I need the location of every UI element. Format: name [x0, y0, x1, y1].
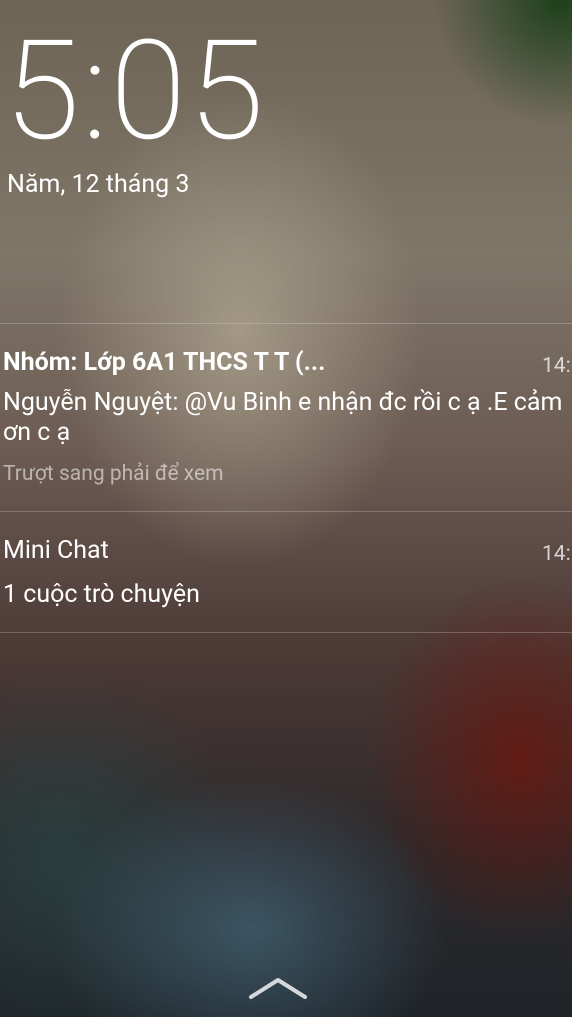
notification-time: 14: [542, 354, 571, 378]
notification-time: 14: [542, 542, 571, 566]
notification-mini-chat[interactable]: Mini Chat 14: 1 cuộc trò chuyện [0, 511, 572, 633]
notification-title: Mini Chat [3, 536, 109, 565]
notification-body: 1 cuộc trò chuyện [3, 580, 200, 609]
notification-title: Nhóm: Lớp 6A1 THCS T T (... [3, 348, 326, 377]
chevron-up-icon[interactable] [248, 975, 308, 1001]
notification-body: Nguyễn Nguyệt: @Vu Binh e nhận đc rồi c … [3, 388, 563, 447]
notification-swipe-hint: Trượt sang phải để xem [3, 462, 224, 486]
notification-group-chat[interactable]: Nhóm: Lớp 6A1 THCS T T (... 14: Nguyễn N… [0, 323, 572, 512]
lock-date: Năm, 12 tháng 3 [7, 170, 190, 199]
clock-time: 5:05 [4, 10, 267, 172]
